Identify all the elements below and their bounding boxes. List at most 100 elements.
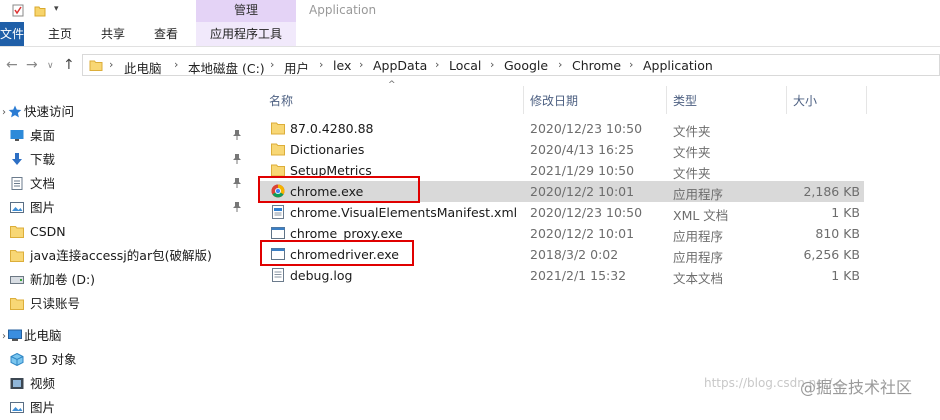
file-date: 2021/1/29 10:50 — [530, 163, 635, 178]
sidebar-item-desktop[interactable]: 桌面 — [0, 124, 250, 148]
3d-objects-icon — [10, 353, 24, 366]
xml-file-icon — [272, 205, 284, 219]
breadcrumb-item[interactable]: Local — [449, 58, 481, 73]
file-type: 应用程序 — [673, 250, 724, 265]
breadcrumb-item[interactable]: Google — [504, 58, 548, 73]
file-row[interactable]: debug.log 2021/2/1 15:32 文本文档 1 KB — [258, 265, 864, 286]
pin-icon[interactable] — [233, 154, 241, 164]
file-date: 2020/4/13 16:25 — [530, 142, 635, 157]
sidebar-item-pictures-pc[interactable]: 图片 — [0, 396, 250, 420]
new-folder-icon[interactable] — [34, 4, 46, 17]
breadcrumb-item[interactable]: Application — [643, 58, 713, 73]
breadcrumb-separator-icon: › — [629, 58, 634, 71]
highlight-box-chromedriver — [260, 240, 414, 266]
computer-icon — [8, 329, 22, 341]
sort-ascending-icon: ^ — [388, 80, 396, 90]
exe-icon — [271, 227, 285, 239]
column-divider[interactable] — [786, 86, 787, 114]
sidebar-item-label: 下载 — [30, 152, 56, 167]
breadcrumb-item[interactable]: 用户 — [284, 58, 309, 77]
sidebar-item-readonly-account[interactable]: 只读账号 — [0, 292, 250, 316]
sidebar-item-csdn[interactable]: CSDN — [0, 220, 250, 244]
pin-icon[interactable] — [233, 202, 241, 212]
chevron-down-icon[interactable]: › — [2, 101, 6, 125]
file-type: 文件夹 — [673, 145, 711, 160]
file-row[interactable]: chrome.VisualElementsManifest.xml 2020/1… — [258, 202, 864, 223]
column-header-date[interactable]: 修改日期 — [530, 92, 578, 109]
up-arrow-icon[interactable]: ↑ — [63, 57, 75, 73]
file-row[interactable]: Dictionaries 2020/4/13 16:25 文件夹 — [258, 139, 864, 160]
file-type: 文件夹 — [673, 166, 711, 181]
sidebar-item-label: 快速访问 — [24, 104, 75, 119]
breadcrumb-separator-icon: › — [319, 58, 324, 71]
sidebar-item-label: 视频 — [30, 376, 56, 391]
file-type: 应用程序 — [673, 229, 724, 244]
file-date: 2020/12/2 10:01 — [530, 184, 635, 199]
breadcrumb-separator-icon: › — [174, 58, 179, 71]
sidebar-item-label: 新加卷 (D:) — [30, 272, 96, 287]
recent-locations-icon[interactable]: ∨ — [47, 61, 54, 71]
sidebar-item-label: 只读账号 — [30, 296, 81, 311]
chevron-right-icon[interactable]: › — [2, 325, 6, 349]
title-bar: ▾ 管理 Application — [0, 0, 940, 22]
sidebar-item-this-pc[interactable]: › 此电脑 — [0, 324, 250, 348]
file-size: 2,186 KB — [803, 184, 860, 199]
tab-file[interactable]: 文件 — [0, 22, 24, 46]
column-header-type[interactable]: 类型 — [673, 92, 697, 109]
desktop-icon — [10, 130, 24, 141]
breadcrumb-item[interactable]: lex — [333, 58, 351, 73]
picture-icon — [10, 402, 24, 413]
document-icon — [11, 177, 23, 190]
sidebar-item-volume-d[interactable]: 新加卷 (D:) — [0, 268, 250, 292]
sidebar-item-label: 此电脑 — [24, 328, 62, 343]
sidebar-item-label: 图片 — [30, 200, 56, 215]
file-size: 6,256 KB — [803, 247, 860, 262]
breadcrumb-separator-icon: › — [359, 58, 364, 71]
file-row[interactable]: 87.0.4280.88 2020/12/23 10:50 文件夹 — [258, 118, 864, 139]
back-arrow-icon[interactable]: ← — [6, 57, 18, 73]
folder-icon — [271, 164, 285, 177]
sidebar-item-documents[interactable]: 文档 — [0, 172, 250, 196]
quick-access-dropdown-icon[interactable]: ▾ — [54, 4, 59, 14]
sidebar-item-3d-objects[interactable]: 3D 对象 — [0, 348, 250, 372]
tab-manage[interactable]: 管理 — [196, 0, 296, 22]
file-date: 2021/2/1 15:32 — [530, 268, 627, 283]
tab-application-tools[interactable]: 应用程序工具 — [196, 22, 296, 46]
column-divider[interactable] — [523, 86, 524, 114]
file-size: 1 KB — [831, 205, 860, 220]
column-divider[interactable] — [866, 86, 867, 114]
file-type: XML 文档 — [673, 208, 729, 223]
tab-share[interactable]: 共享 — [101, 22, 125, 46]
breadcrumb-item[interactable]: 本地磁盘 (C:) — [188, 58, 265, 77]
picture-icon — [10, 202, 24, 213]
folder-icon — [271, 122, 285, 135]
column-divider[interactable] — [666, 86, 667, 114]
tab-home[interactable]: 主页 — [48, 22, 72, 46]
sidebar-item-quick-access[interactable]: › 快速访问 — [0, 100, 250, 124]
breadcrumb-separator-icon: › — [270, 58, 275, 71]
breadcrumb-item[interactable]: 此电脑 — [124, 58, 162, 77]
address-bar[interactable]: › 此电脑 › 本地磁盘 (C:) › 用户 › lex › AppData ›… — [82, 54, 940, 76]
sidebar-item-label: 桌面 — [30, 128, 56, 143]
sidebar-item-java-access-jar[interactable]: java连接accessj的ar包(破解版) — [0, 244, 250, 268]
breadcrumb-item[interactable]: Chrome — [572, 58, 621, 73]
properties-icon[interactable] — [12, 4, 24, 17]
sidebar-item-pictures[interactable]: 图片 — [0, 196, 250, 220]
watermark-brand: @掘金技术社区 — [800, 378, 913, 397]
file-date: 2018/3/2 0:02 — [530, 247, 619, 262]
pin-icon[interactable] — [233, 178, 241, 188]
forward-arrow-icon[interactable]: → — [26, 57, 38, 73]
tab-view[interactable]: 查看 — [154, 22, 178, 46]
navigation-pane: › 快速访问 桌面 下载 文档 图片 CSDN java连接accessj的ar… — [0, 96, 250, 415]
breadcrumb-separator-icon: › — [435, 58, 440, 71]
folder-icon — [10, 250, 24, 262]
navigation-bar: ← → ∨ ↑ › 此电脑 › 本地磁盘 (C:) › 用户 › lex › A… — [0, 52, 940, 80]
file-type: 文件夹 — [673, 124, 711, 139]
sidebar-item-downloads[interactable]: 下载 — [0, 148, 250, 172]
breadcrumb-item[interactable]: AppData — [373, 58, 427, 73]
pin-icon[interactable] — [233, 130, 241, 140]
column-header-size[interactable]: 大小 — [793, 92, 817, 109]
sidebar-item-videos[interactable]: 视频 — [0, 372, 250, 396]
sidebar-item-label: 3D 对象 — [30, 352, 77, 367]
column-header-name[interactable]: 名称 — [269, 92, 293, 109]
